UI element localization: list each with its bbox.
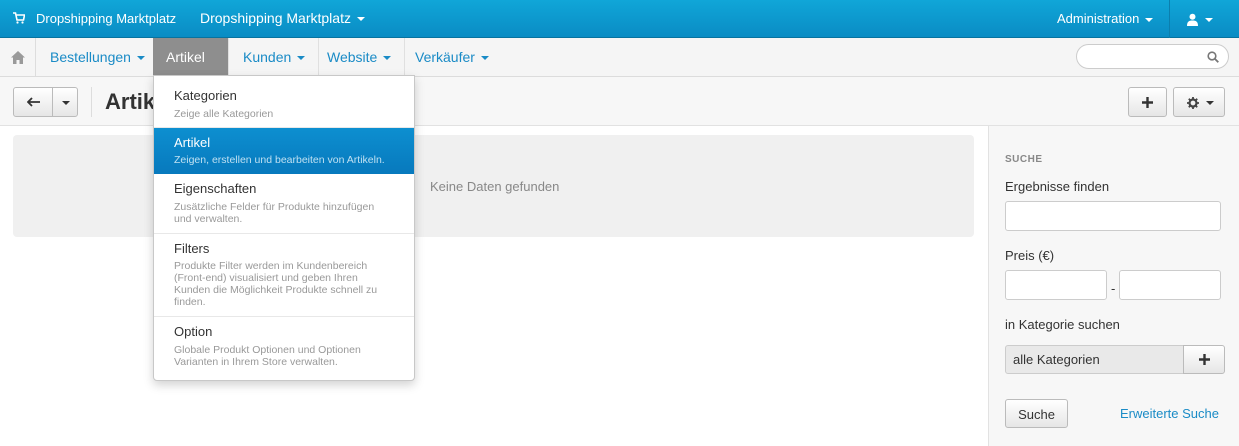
gear-icon xyxy=(1187,97,1199,109)
home-icon xyxy=(11,51,25,64)
menu-item-title: Eigenschaften xyxy=(174,181,257,196)
administration-label: Administration xyxy=(1057,11,1140,26)
add-category-button[interactable] xyxy=(1183,345,1225,374)
chevron-down-icon xyxy=(1205,17,1213,22)
home-button[interactable] xyxy=(0,38,36,76)
chevron-down-icon xyxy=(62,101,70,105)
menu-item-kategorien[interactable]: Kategorien Zeige alle Kategorien xyxy=(154,76,414,128)
nav-item-artikel[interactable]: Artikel xyxy=(153,38,229,99)
nav-item-website[interactable]: Website xyxy=(314,38,406,76)
back-arrow-icon xyxy=(27,97,40,107)
menu-item-description: Globale Produkt Optionen und Optionen Va… xyxy=(174,344,361,368)
nav-item-label: Website xyxy=(327,49,378,65)
search-button-label: Suche xyxy=(1018,407,1055,422)
user-icon xyxy=(1187,13,1198,27)
chevron-down-icon xyxy=(1206,101,1214,105)
settings-button[interactable] xyxy=(1173,87,1225,117)
divider xyxy=(1169,0,1170,38)
menu-item-title: Kategorien xyxy=(174,88,237,103)
back-dropdown-button[interactable] xyxy=(52,87,78,117)
plus-icon xyxy=(1142,97,1153,108)
nav-item-bestellungen[interactable]: Bestellungen xyxy=(37,38,159,76)
chevron-down-icon xyxy=(383,56,392,61)
store-switcher-label: Dropshipping Marktplatz xyxy=(200,10,351,26)
empty-message: Keine Daten gefunden xyxy=(430,179,560,194)
nav-item-label: Bestellungen xyxy=(50,49,131,65)
menu-item-eigenschaften[interactable]: Eigenschaften Zusätzliche Felder für Pro… xyxy=(154,174,414,234)
nav-item-kunden[interactable]: Kunden xyxy=(230,38,320,76)
artikel-dropdown-menu: Kategorien Zeige alle Kategorien Artikel… xyxy=(153,75,415,381)
chevron-down-icon xyxy=(356,17,365,22)
find-results-label: Ergebnisse finden xyxy=(1005,179,1110,194)
administration-menu[interactable]: Administration xyxy=(1057,11,1154,26)
menu-item-description: Zusätzliche Felder für Produkte hinzufüg… xyxy=(174,201,375,225)
search-button[interactable]: Suche xyxy=(1005,399,1068,428)
chevron-down-icon xyxy=(297,56,306,61)
category-select[interactable]: alle Kategorien xyxy=(1005,345,1184,374)
menu-item-description: Zeigen, erstellen und bearbeiten von Art… xyxy=(174,154,385,166)
divider xyxy=(91,87,92,117)
brand-link[interactable]: Dropshipping Marktplatz xyxy=(36,11,176,26)
search-sidebar: SUCHE Ergebnisse finden Preis (€) - in K… xyxy=(988,126,1239,446)
price-from-input[interactable] xyxy=(1005,270,1107,300)
nav-item-label: Verkäufer xyxy=(415,49,475,65)
menu-item-description: Produkte Filter werden im Kundenbereich … xyxy=(174,260,378,308)
plus-icon xyxy=(1199,354,1210,365)
nav-item-label: Kunden xyxy=(243,49,292,65)
menu-item-filters[interactable]: Filters Produkte Filter werden im Kunden… xyxy=(154,234,414,317)
nav-item-verkaeufer[interactable]: Verkäufer xyxy=(402,38,502,76)
menu-item-description: Zeige alle Kategorien xyxy=(174,108,274,120)
price-range-dash: - xyxy=(1111,281,1116,296)
chevron-down-icon xyxy=(1145,17,1154,22)
advanced-search-link[interactable]: Erweiterte Suche xyxy=(1120,406,1219,421)
menu-item-title: Filters xyxy=(174,241,210,256)
chevron-down-icon xyxy=(136,56,145,61)
main-nav: Bestellungen Artikel Kunden Website Verk… xyxy=(0,38,1239,99)
store-switcher[interactable]: Dropshipping Marktplatz xyxy=(200,10,365,26)
find-results-input[interactable] xyxy=(1005,201,1221,231)
menu-item-option[interactable]: Option Globale Produkt Optionen und Opti… xyxy=(154,317,414,380)
menu-item-artikel[interactable]: Artikel Zeigen, erstellen und bearbeiten… xyxy=(154,128,414,174)
price-label: Preis (€) xyxy=(1005,248,1055,263)
search-icon xyxy=(1207,51,1219,63)
chevron-down-icon xyxy=(480,56,489,61)
global-search-input[interactable] xyxy=(1076,44,1229,69)
shopping-cart-icon xyxy=(13,12,25,24)
price-to-input[interactable] xyxy=(1119,270,1221,300)
nav-item-label: Artikel xyxy=(166,49,205,65)
user-menu[interactable] xyxy=(1186,11,1213,27)
top-bar: Dropshipping Marktplatz Dropshipping Mar… xyxy=(0,0,1239,38)
menu-item-title: Option xyxy=(174,324,213,339)
back-button[interactable] xyxy=(13,87,53,117)
menu-item-title: Artikel xyxy=(174,135,211,150)
sidebar-heading: SUCHE xyxy=(1005,154,1043,165)
add-button[interactable] xyxy=(1128,87,1167,117)
category-label: in Kategorie suchen xyxy=(1005,317,1120,332)
